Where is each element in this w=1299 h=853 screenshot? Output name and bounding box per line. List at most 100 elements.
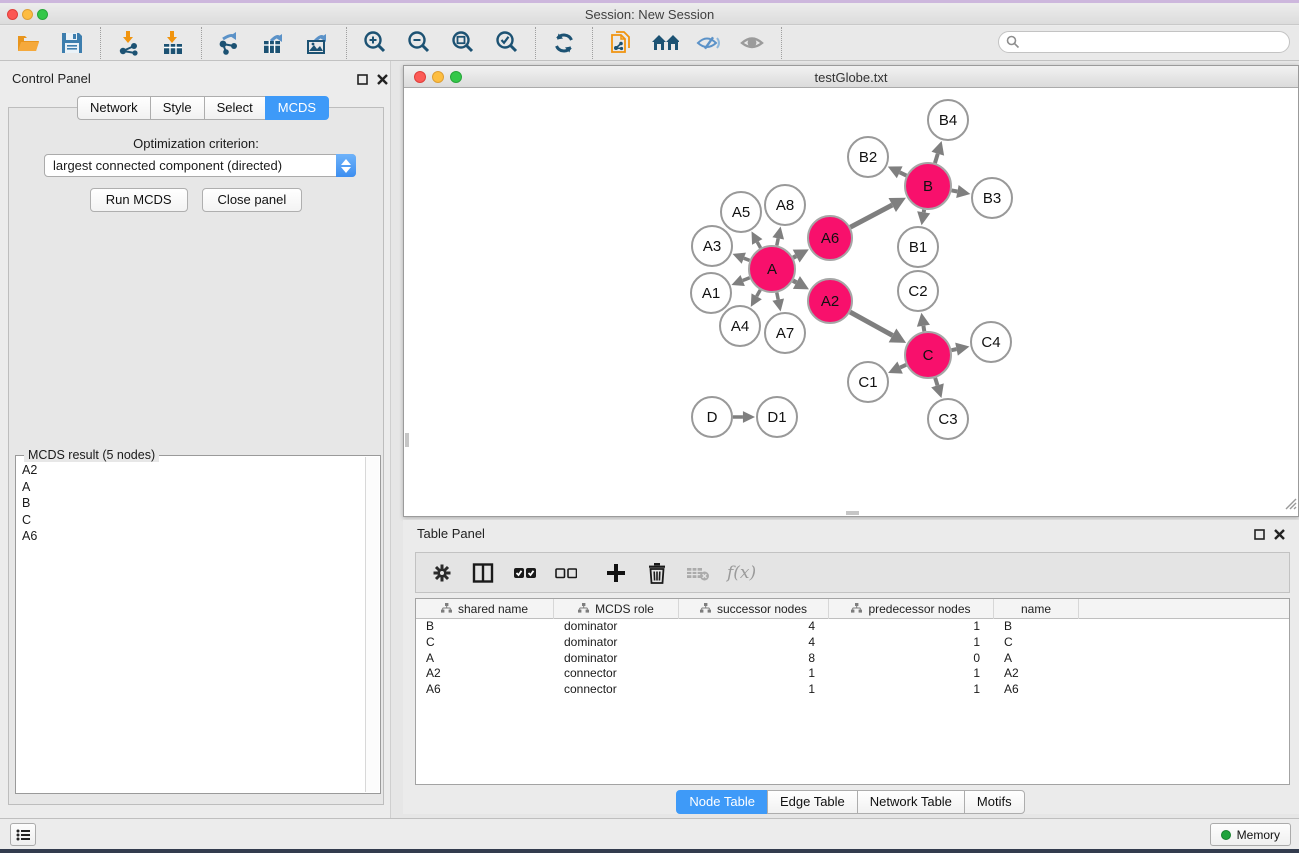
- show-panels-button[interactable]: [10, 823, 36, 846]
- tab-edge-table[interactable]: Edge Table: [767, 790, 858, 814]
- column-settings-icon[interactable]: [430, 561, 454, 585]
- table-cell-name[interactable]: A: [994, 651, 1079, 667]
- close-table-panel-icon[interactable]: [1274, 527, 1285, 545]
- memory-button[interactable]: Memory: [1210, 823, 1291, 846]
- network-window-titlebar[interactable]: testGlobe.txt: [404, 66, 1298, 88]
- table-cell-successor-nodes[interactable]: 4: [679, 635, 829, 651]
- table-row[interactable]: Adominator80A: [416, 651, 1289, 667]
- graph-node-B[interactable]: B: [905, 163, 951, 209]
- import-table-icon[interactable]: [159, 29, 187, 57]
- table-cell-successor-nodes[interactable]: 1: [679, 666, 829, 682]
- table-cell-successor-nodes[interactable]: 4: [679, 619, 829, 635]
- delete-column-icon[interactable]: [645, 561, 669, 585]
- table-cell-mcds-role[interactable]: dominator: [554, 635, 679, 651]
- table-cell-mcds-role[interactable]: connector: [554, 666, 679, 682]
- graph-node-A7[interactable]: A7: [765, 313, 805, 353]
- hide-graphics-details-icon[interactable]: [695, 29, 723, 57]
- mcds-result-item[interactable]: C: [17, 512, 365, 529]
- tab-network[interactable]: Network: [77, 96, 151, 120]
- graph-node-A8[interactable]: A8: [765, 185, 805, 225]
- graph-node-C3[interactable]: C3: [928, 399, 968, 439]
- table-cell-successor-nodes[interactable]: 1: [679, 682, 829, 698]
- export-network-icon[interactable]: [216, 29, 244, 57]
- search-input[interactable]: [998, 31, 1290, 53]
- graph-node-C4[interactable]: C4: [971, 322, 1011, 362]
- network-hscroll-thumb[interactable]: [846, 511, 859, 515]
- graph-node-C[interactable]: C: [905, 332, 951, 378]
- table-cell-predecessor-nodes[interactable]: 1: [829, 666, 994, 682]
- graph-node-A4[interactable]: A4: [720, 306, 760, 346]
- node-table[interactable]: shared nameMCDS rolesuccessor nodesprede…: [415, 598, 1290, 785]
- open-session-icon[interactable]: [14, 29, 42, 57]
- window-resize-grip[interactable]: [1284, 497, 1297, 515]
- graph-node-D[interactable]: D: [692, 397, 732, 437]
- network-home-icon[interactable]: [651, 29, 679, 57]
- apply-function-icon[interactable]: f(x): [727, 563, 756, 583]
- column-header-successor-nodes[interactable]: successor nodes: [679, 599, 829, 619]
- save-session-icon[interactable]: [58, 29, 86, 57]
- select-all-icon[interactable]: [512, 561, 536, 585]
- zoom-selected-icon[interactable]: [493, 29, 521, 57]
- table-cell-mcds-role[interactable]: dominator: [554, 651, 679, 667]
- criterion-dropdown[interactable]: largest connected component (directed): [44, 154, 356, 177]
- refresh-icon[interactable]: [550, 29, 578, 57]
- graph-node-A3[interactable]: A3: [692, 226, 732, 266]
- column-header-predecessor-nodes[interactable]: predecessor nodes: [829, 599, 994, 619]
- graph-node-B1[interactable]: B1: [898, 227, 938, 267]
- tab-motifs[interactable]: Motifs: [964, 790, 1025, 814]
- network-vscroll-thumb[interactable]: [405, 433, 409, 447]
- table-cell-shared-name[interactable]: C: [416, 635, 554, 651]
- graph-node-A1[interactable]: A1: [691, 273, 731, 313]
- tab-style[interactable]: Style: [150, 96, 205, 120]
- graph-node-B4[interactable]: B4: [928, 100, 968, 140]
- graph-node-A[interactable]: A: [749, 246, 795, 292]
- table-row[interactable]: Cdominator41C: [416, 635, 1289, 651]
- add-column-icon[interactable]: [604, 561, 628, 585]
- float-panel-icon[interactable]: [357, 72, 368, 90]
- table-cell-name[interactable]: A6: [994, 682, 1079, 698]
- table-cell-successor-nodes[interactable]: 8: [679, 651, 829, 667]
- graph-node-B3[interactable]: B3: [972, 178, 1012, 218]
- show-graphics-details-icon[interactable]: [739, 29, 767, 57]
- export-table-icon[interactable]: [260, 29, 288, 57]
- table-cell-predecessor-nodes[interactable]: 1: [829, 635, 994, 651]
- new-network-from-selection-icon[interactable]: [607, 29, 635, 57]
- table-cell-mcds-role[interactable]: connector: [554, 682, 679, 698]
- graph-node-A5[interactable]: A5: [721, 192, 761, 232]
- graph-node-C1[interactable]: C1: [848, 362, 888, 402]
- network-canvas[interactable]: AA1A2A3A4A5A6A7A8BB1B2B3B4CC1C2C3C4DD1: [404, 88, 1298, 516]
- graph-node-A2[interactable]: A2: [808, 279, 852, 323]
- column-header-shared-name[interactable]: shared name: [416, 599, 554, 619]
- table-row[interactable]: A2connector11A2: [416, 666, 1289, 682]
- unselect-all-icon[interactable]: [553, 561, 577, 585]
- tab-mcds[interactable]: MCDS: [265, 96, 329, 120]
- tab-network-table[interactable]: Network Table: [857, 790, 965, 814]
- tab-select[interactable]: Select: [204, 96, 266, 120]
- table-row[interactable]: Bdominator41B: [416, 619, 1289, 635]
- close-panel-button[interactable]: Close panel: [202, 188, 303, 212]
- zoom-fit-icon[interactable]: [449, 29, 477, 57]
- close-panel-icon[interactable]: [377, 72, 388, 90]
- table-cell-shared-name[interactable]: A2: [416, 666, 554, 682]
- run-mcds-button[interactable]: Run MCDS: [90, 188, 188, 212]
- graph-node-D1[interactable]: D1: [757, 397, 797, 437]
- mcds-result-item[interactable]: A2: [17, 462, 365, 479]
- table-cell-shared-name[interactable]: B: [416, 619, 554, 635]
- table-cell-shared-name[interactable]: A: [416, 651, 554, 667]
- table-row[interactable]: A6connector11A6: [416, 682, 1289, 698]
- table-cell-predecessor-nodes[interactable]: 0: [829, 651, 994, 667]
- mcds-result-item[interactable]: A6: [17, 528, 365, 545]
- mcds-result-item[interactable]: A: [17, 479, 365, 496]
- delete-table-icon[interactable]: [686, 561, 710, 585]
- zoom-in-icon[interactable]: [361, 29, 389, 57]
- graph-node-B2[interactable]: B2: [848, 137, 888, 177]
- mcds-result-scrollbar[interactable]: [365, 457, 379, 792]
- table-cell-shared-name[interactable]: A6: [416, 682, 554, 698]
- export-image-icon[interactable]: [304, 29, 332, 57]
- graph-node-C2[interactable]: C2: [898, 271, 938, 311]
- table-cell-mcds-role[interactable]: dominator: [554, 619, 679, 635]
- table-cell-predecessor-nodes[interactable]: 1: [829, 682, 994, 698]
- table-cell-name[interactable]: A2: [994, 666, 1079, 682]
- mcds-result-item[interactable]: B: [17, 495, 365, 512]
- table-cell-name[interactable]: B: [994, 619, 1079, 635]
